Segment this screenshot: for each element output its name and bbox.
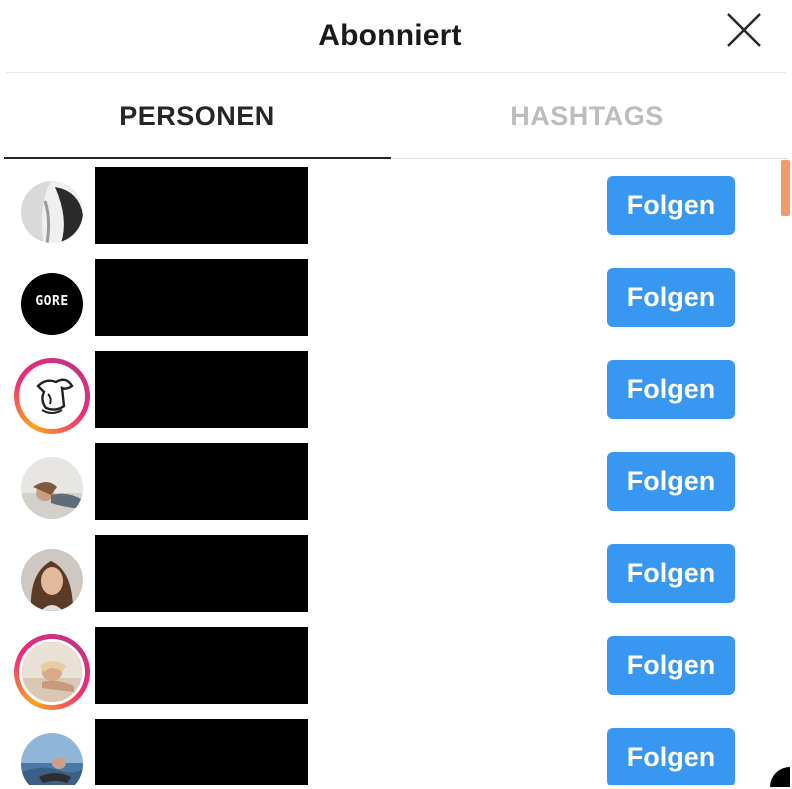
active-tab-indicator xyxy=(4,157,391,159)
username-redacted[interactable] xyxy=(95,351,308,428)
list-item: Folgen xyxy=(0,344,780,436)
follow-button[interactable]: Folgen xyxy=(607,728,735,785)
follow-button[interactable]: Folgen xyxy=(607,452,735,511)
list-item: Folgen xyxy=(0,712,780,785)
list-item: Folgen xyxy=(0,436,780,528)
gore-logo-text: GORE xyxy=(35,294,69,309)
follow-button[interactable]: Folgen xyxy=(607,268,735,327)
list-item: Folgen xyxy=(0,528,780,620)
close-icon[interactable] xyxy=(724,10,764,50)
following-list: Folgen GORE Folgen Folgen Folgen Folgen … xyxy=(0,160,780,785)
avatar-person-lying xyxy=(21,457,83,519)
avatar[interactable] xyxy=(14,450,90,526)
follow-button[interactable]: Folgen xyxy=(607,544,735,603)
username-redacted[interactable] xyxy=(95,167,308,244)
list-item: Folgen xyxy=(0,160,780,252)
username-redacted[interactable] xyxy=(95,259,308,336)
follow-button[interactable]: Folgen xyxy=(607,176,735,235)
avatar[interactable]: GORE xyxy=(14,266,90,342)
tab-hashtags[interactable]: HASHTAGS xyxy=(394,73,780,159)
tab-hashtags-label: HASHTAGS xyxy=(510,100,664,131)
avatar-woman-portrait xyxy=(21,549,83,611)
avatar[interactable] xyxy=(14,174,90,250)
tab-bar: PERSONEN HASHTAGS xyxy=(0,73,792,159)
avatar[interactable] xyxy=(14,542,90,618)
modal-title: Abonniert xyxy=(318,19,462,52)
avatar-person-bw xyxy=(21,181,83,243)
list-item: Folgen xyxy=(0,620,780,712)
tab-people-label: PERSONEN xyxy=(119,100,275,131)
follow-button[interactable]: Folgen xyxy=(607,360,735,419)
modal-header: Abonniert xyxy=(0,0,792,72)
username-redacted[interactable] xyxy=(95,443,308,520)
tab-baseline xyxy=(391,158,788,159)
avatar-person-outdoor xyxy=(21,733,83,785)
follow-button[interactable]: Folgen xyxy=(607,636,735,695)
avatar-story-ring[interactable] xyxy=(14,634,90,710)
username-redacted[interactable] xyxy=(95,535,308,612)
scrollbar-thumb[interactable] xyxy=(781,160,790,216)
username-redacted[interactable] xyxy=(95,627,308,704)
avatar-gore-logo: GORE xyxy=(21,273,83,335)
scrollbar[interactable] xyxy=(781,160,790,785)
username-redacted[interactable] xyxy=(95,719,308,785)
avatar-woman-beach xyxy=(19,639,85,705)
tab-people[interactable]: PERSONEN xyxy=(4,73,390,159)
avatar[interactable] xyxy=(14,726,90,785)
avatar-horse-logo xyxy=(19,363,85,429)
avatar-story-ring[interactable] xyxy=(14,358,90,434)
list-item: GORE Folgen xyxy=(0,252,780,344)
